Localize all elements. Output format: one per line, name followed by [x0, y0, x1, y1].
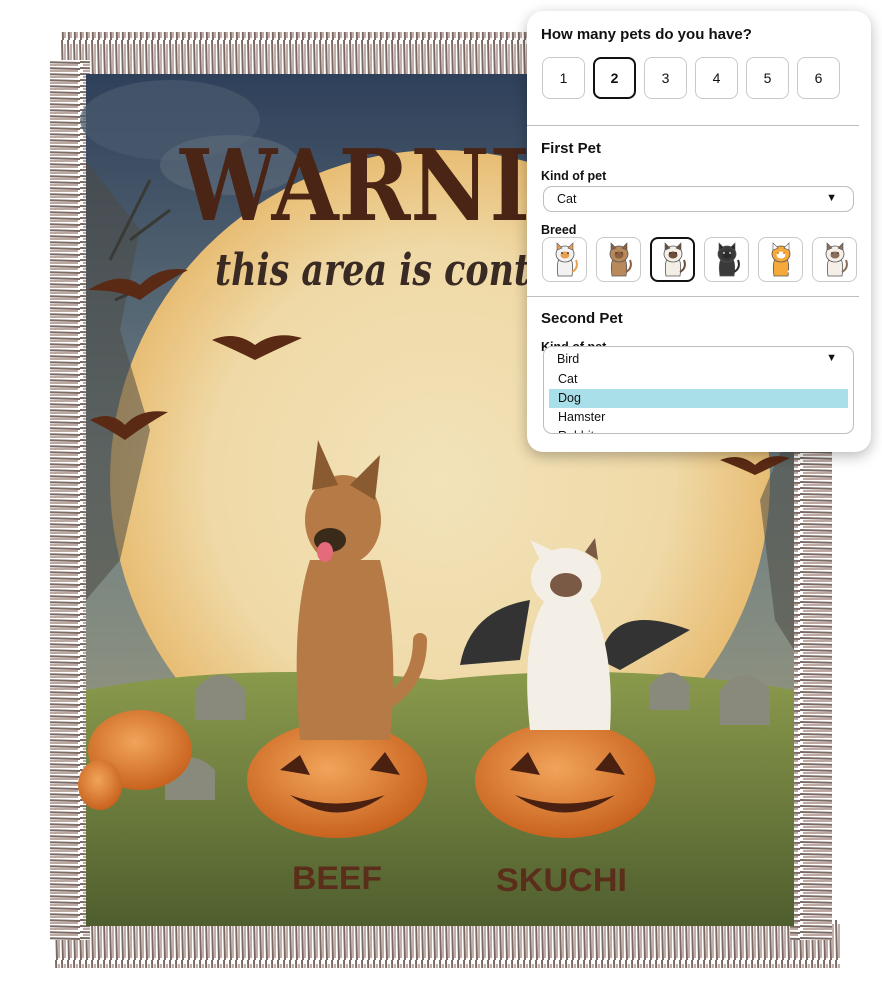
pet-count-button-5[interactable]: 5: [746, 57, 789, 99]
siamese-cat-icon: [663, 241, 686, 276]
breed-option-3[interactable]: [650, 237, 695, 282]
section-divider: [527, 125, 859, 126]
second-pet-kind-value: Bird: [557, 351, 580, 366]
calico-cat-icon: [555, 241, 578, 276]
pet-count-button-6[interactable]: 6: [797, 57, 840, 99]
pet-count-button-4[interactable]: 4: [695, 57, 738, 99]
section-divider: [527, 296, 859, 297]
second-pet-kind-dropdown[interactable]: Bird ▼ CatDogHamsterRabbit: [543, 346, 854, 434]
kind-option-hamster[interactable]: Hamster: [549, 408, 848, 427]
banner-title: WARNI: [179, 129, 530, 244]
banner-subtitle: this area is cont: [215, 245, 530, 296]
second-pet-kind-options: CatDogHamsterRabbit: [549, 370, 848, 433]
kind-option-cat[interactable]: Cat: [549, 370, 848, 389]
breed-option-5[interactable]: [758, 237, 803, 282]
first-pet-section-title: First Pet: [541, 140, 602, 157]
first-pet-kind-label: Kind of pet: [541, 169, 607, 183]
first-pet-kind-value: Cat: [557, 192, 577, 206]
jack-o-lantern-right: [475, 722, 655, 838]
orange-cat-icon: [771, 241, 794, 276]
kind-option-dog[interactable]: Dog: [549, 389, 848, 408]
first-pet-breed-options: [542, 237, 857, 282]
pet-count-button-2[interactable]: 2: [593, 57, 636, 99]
breed-option-6[interactable]: [812, 237, 857, 282]
kind-option-rabbit[interactable]: Rabbit: [549, 427, 848, 433]
breed-option-2[interactable]: [596, 237, 641, 282]
breed-option-1[interactable]: [542, 237, 587, 282]
pet-count-button-1[interactable]: 1: [542, 57, 585, 99]
pet-count-button-3[interactable]: 3: [644, 57, 687, 99]
pet-count-question: How many pets do you have?: [541, 26, 752, 43]
ragdoll-cat-icon: [825, 241, 848, 276]
pet-count-options: 123456: [542, 57, 840, 99]
chevron-down-icon: ▼: [826, 352, 837, 364]
tabby-cat-icon: [609, 241, 632, 276]
pet-name-first: BEEF: [292, 860, 382, 896]
first-pet-breed-label: Breed: [541, 223, 577, 237]
chevron-down-icon: ▼: [826, 192, 837, 204]
pet-customizer-panel: How many pets do you have? 123456 First …: [527, 11, 871, 452]
pet-name-second: SKUCHI: [496, 862, 627, 898]
breed-option-4[interactable]: [704, 237, 749, 282]
black-cat-icon: [717, 241, 740, 276]
second-pet-kind-current[interactable]: Bird ▼: [544, 347, 853, 370]
first-pet-kind-select[interactable]: Cat ▼: [543, 186, 854, 212]
second-pet-section-title: Second Pet: [541, 310, 623, 327]
